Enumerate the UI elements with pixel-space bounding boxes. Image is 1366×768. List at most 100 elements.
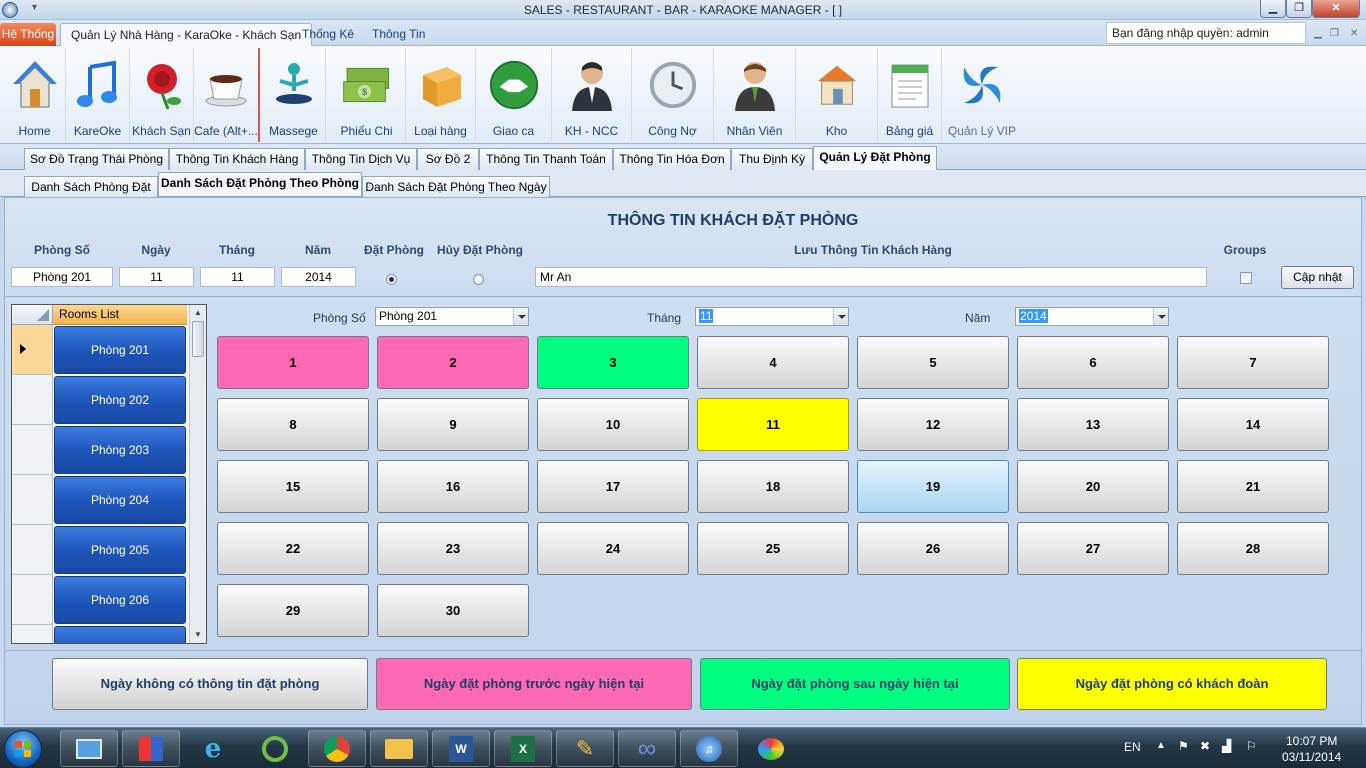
row-header[interactable] xyxy=(12,425,53,475)
taskbar-app-ie[interactable]: e xyxy=(184,730,242,767)
day-button[interactable]: 20 xyxy=(1017,460,1169,513)
row-header[interactable] xyxy=(12,575,53,625)
row-header[interactable] xyxy=(12,625,53,643)
customer-note-field[interactable]: Mr An xyxy=(535,267,1207,287)
tab-service-info[interactable]: Thông Tin Dịch Vụ xyxy=(305,148,417,170)
taskbar-app-explorer[interactable] xyxy=(370,730,428,767)
flag-icon[interactable]: ⚐ xyxy=(1246,739,1257,753)
rooms-list-scrollbar[interactable]: ▲ ▼ xyxy=(189,305,206,643)
tray-usb-icon[interactable]: ⚑ xyxy=(1178,739,1189,753)
room-button[interactable]: Phòng 204 xyxy=(54,476,186,524)
row-header[interactable] xyxy=(12,525,53,575)
taskbar-app-itunes[interactable]: ♫ xyxy=(680,730,738,767)
taskbar-app-word[interactable]: W xyxy=(432,730,490,767)
day-button[interactable]: 2 xyxy=(377,336,529,389)
tray-expand-icon[interactable]: ▲ xyxy=(1156,740,1166,751)
day-button[interactable]: 28 xyxy=(1177,522,1329,575)
filter-room-select[interactable]: Phòng 201 xyxy=(375,307,529,326)
room-button[interactable]: Phòng 203 xyxy=(54,426,186,474)
filter-year-select[interactable]: 2014 xyxy=(1015,307,1169,326)
volume-muted-icon[interactable]: ✖ xyxy=(1200,739,1210,753)
ribbon-expense-button[interactable]: $ Phiếu Chi xyxy=(328,48,406,142)
menu-tab-management[interactable]: Quản Lý Nhà Hàng - KaraOke - Khách Sạn xyxy=(60,23,313,46)
day-button[interactable]: 24 xyxy=(537,522,689,575)
day-field[interactable]: 11 xyxy=(119,267,194,287)
day-button[interactable]: 12 xyxy=(857,398,1009,451)
room-button[interactable] xyxy=(54,626,186,643)
ribbon-hotel-button[interactable]: Khách Sạn xyxy=(130,48,194,142)
ribbon-cafe-button[interactable]: Cafe (Alt+... xyxy=(194,48,260,142)
start-button[interactable] xyxy=(4,730,42,768)
day-button[interactable]: 16 xyxy=(377,460,529,513)
room-button[interactable]: Phòng 202 xyxy=(54,376,186,424)
ribbon-karaoke-button[interactable]: KareOke xyxy=(66,48,130,142)
day-button[interactable]: 10 xyxy=(537,398,689,451)
taskbar-app-excel[interactable]: X xyxy=(494,730,552,767)
day-button[interactable]: 15 xyxy=(217,460,369,513)
day-button[interactable]: 18 xyxy=(697,460,849,513)
day-button[interactable]: 17 xyxy=(537,460,689,513)
day-button[interactable]: 30 xyxy=(377,584,529,637)
year-field[interactable]: 2014 xyxy=(281,267,356,287)
day-button[interactable]: 23 xyxy=(377,522,529,575)
day-button[interactable]: 14 xyxy=(1177,398,1329,451)
clock-time[interactable]: 10:07 PM xyxy=(1286,734,1337,748)
day-button[interactable]: 22 xyxy=(217,522,369,575)
close-button[interactable]: ✕ xyxy=(1312,0,1360,18)
taskbar-app-tools[interactable]: ✎ xyxy=(556,730,614,767)
day-button[interactable]: 6 xyxy=(1017,336,1169,389)
ribbon-shift-button[interactable]: Giao ca xyxy=(476,48,552,142)
taskbar-app-remote[interactable] xyxy=(60,730,118,767)
day-button[interactable]: 5 xyxy=(857,336,1009,389)
day-button[interactable]: 27 xyxy=(1017,522,1169,575)
ribbon-price-list-button[interactable]: Bảng giá xyxy=(878,48,942,142)
mdi-close-icon[interactable]: ✕ xyxy=(1350,28,1358,39)
tab-map-2[interactable]: Sơ Đồ 2 xyxy=(417,148,479,170)
room-button[interactable]: Phòng 206 xyxy=(54,576,186,624)
day-button[interactable]: 25 xyxy=(697,522,849,575)
scroll-down-icon[interactable]: ▼ xyxy=(190,627,206,643)
book-radio[interactable] xyxy=(386,274,397,285)
day-button[interactable]: 13 xyxy=(1017,398,1169,451)
ribbon-vip-button[interactable]: Quản Lý VIP xyxy=(942,48,1022,142)
day-button[interactable]: 9 xyxy=(377,398,529,451)
day-button[interactable]: 21 xyxy=(1177,460,1329,513)
day-button[interactable]: 4 xyxy=(697,336,849,389)
month-field[interactable]: 11 xyxy=(200,267,275,287)
subtab-booking-by-room[interactable]: Danh Sách Đặt Phòng Theo Phòng xyxy=(158,172,362,196)
network-signal-icon[interactable]: ▟ xyxy=(1222,739,1231,753)
day-button[interactable]: 11 xyxy=(697,398,849,451)
mdi-restore-icon[interactable]: ❐ xyxy=(1330,28,1339,39)
menu-tab-statistics[interactable]: Thống Kê xyxy=(292,23,364,46)
ribbon-goods-type-button[interactable]: Loại hàng xyxy=(406,48,476,142)
language-indicator[interactable]: EN xyxy=(1124,740,1141,754)
day-button[interactable]: 8 xyxy=(217,398,369,451)
ribbon-home-button[interactable]: Home xyxy=(4,48,66,142)
day-button[interactable]: 1 xyxy=(217,336,369,389)
clock-date[interactable]: 03/11/2014 xyxy=(1282,750,1341,764)
chevron-down-icon[interactable] xyxy=(1153,308,1168,325)
chevron-down-icon[interactable] xyxy=(833,308,848,325)
taskbar-app-infinity[interactable]: ∞ xyxy=(618,730,676,767)
tab-room-status-map[interactable]: Sơ Đồ Trạng Thái Phòng xyxy=(24,148,169,170)
chevron-down-icon[interactable] xyxy=(513,308,528,325)
ribbon-warehouse-button[interactable]: Kho xyxy=(796,48,878,142)
tab-invoice-info[interactable]: Thông Tin Hóa Đơn xyxy=(613,148,731,170)
tab-periodic-income[interactable]: Thu Định Kỳ xyxy=(731,148,813,170)
ribbon-debt-button[interactable]: Công Nợ xyxy=(632,48,714,142)
tab-customer-info[interactable]: Thông Tin Khách Hàng xyxy=(169,148,305,170)
groups-checkbox[interactable] xyxy=(1240,272,1252,284)
day-button[interactable]: 3 xyxy=(537,336,689,389)
subtab-booked-rooms[interactable]: Danh Sách Phòng Đặt xyxy=(24,176,158,198)
taskbar-app-paint[interactable] xyxy=(742,730,800,767)
row-header[interactable] xyxy=(12,375,53,425)
mdi-minimize-icon[interactable]: ▁ xyxy=(1314,28,1322,39)
room-button[interactable]: Phòng 205 xyxy=(54,526,186,574)
cancel-booking-radio[interactable] xyxy=(473,274,484,285)
day-button[interactable]: 26 xyxy=(857,522,1009,575)
room-button[interactable]: Phòng 201 xyxy=(54,326,186,374)
taskbar-app-coccoc[interactable] xyxy=(246,730,304,767)
update-button[interactable]: Cập nhật xyxy=(1281,266,1354,289)
row-selector-icon[interactable] xyxy=(12,325,53,375)
tab-payment-info[interactable]: Thông Tin Thanh Toán xyxy=(479,148,613,170)
